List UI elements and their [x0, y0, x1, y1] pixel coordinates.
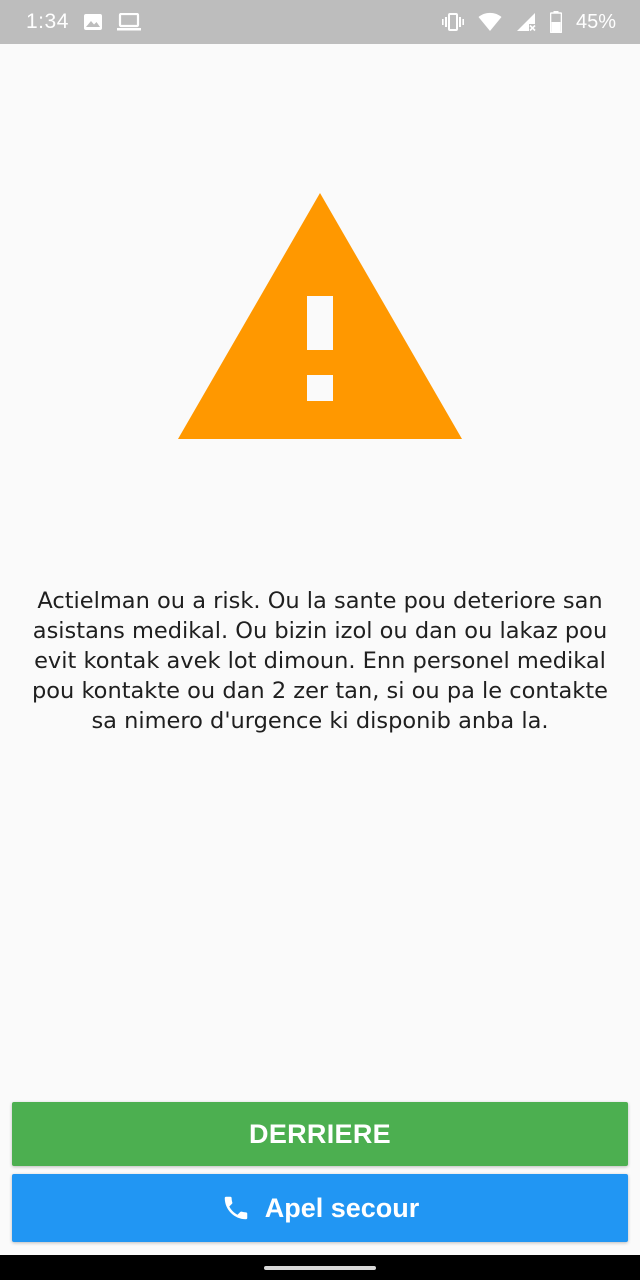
signal-icon	[516, 12, 536, 32]
home-handle[interactable]	[264, 1265, 376, 1270]
status-bar: 1:34 45%	[0, 0, 640, 44]
image-icon	[83, 13, 103, 31]
status-time: 1:34	[26, 10, 69, 33]
back-button[interactable]: DERRIERE	[12, 1102, 628, 1166]
warning-triangle-icon	[177, 190, 463, 442]
emergency-call-button[interactable]: Apel secour	[12, 1174, 628, 1242]
risk-message: Actielman ou a risk. Ou la sante pou det…	[31, 588, 608, 734]
status-bar-right: 45%	[441, 10, 616, 34]
laptop-icon	[116, 13, 141, 31]
battery-icon	[549, 11, 562, 33]
back-button-label: DERRIERE	[249, 1118, 391, 1149]
wifi-icon	[478, 12, 502, 32]
phone-icon	[221, 1193, 251, 1223]
vibrate-icon	[441, 12, 464, 32]
status-bar-left: 1:34	[26, 10, 141, 34]
emergency-call-label: Apel secour	[264, 1192, 420, 1223]
navigation-bar	[0, 1255, 640, 1280]
warning-area	[0, 190, 640, 442]
battery-percent: 45%	[575, 10, 616, 33]
